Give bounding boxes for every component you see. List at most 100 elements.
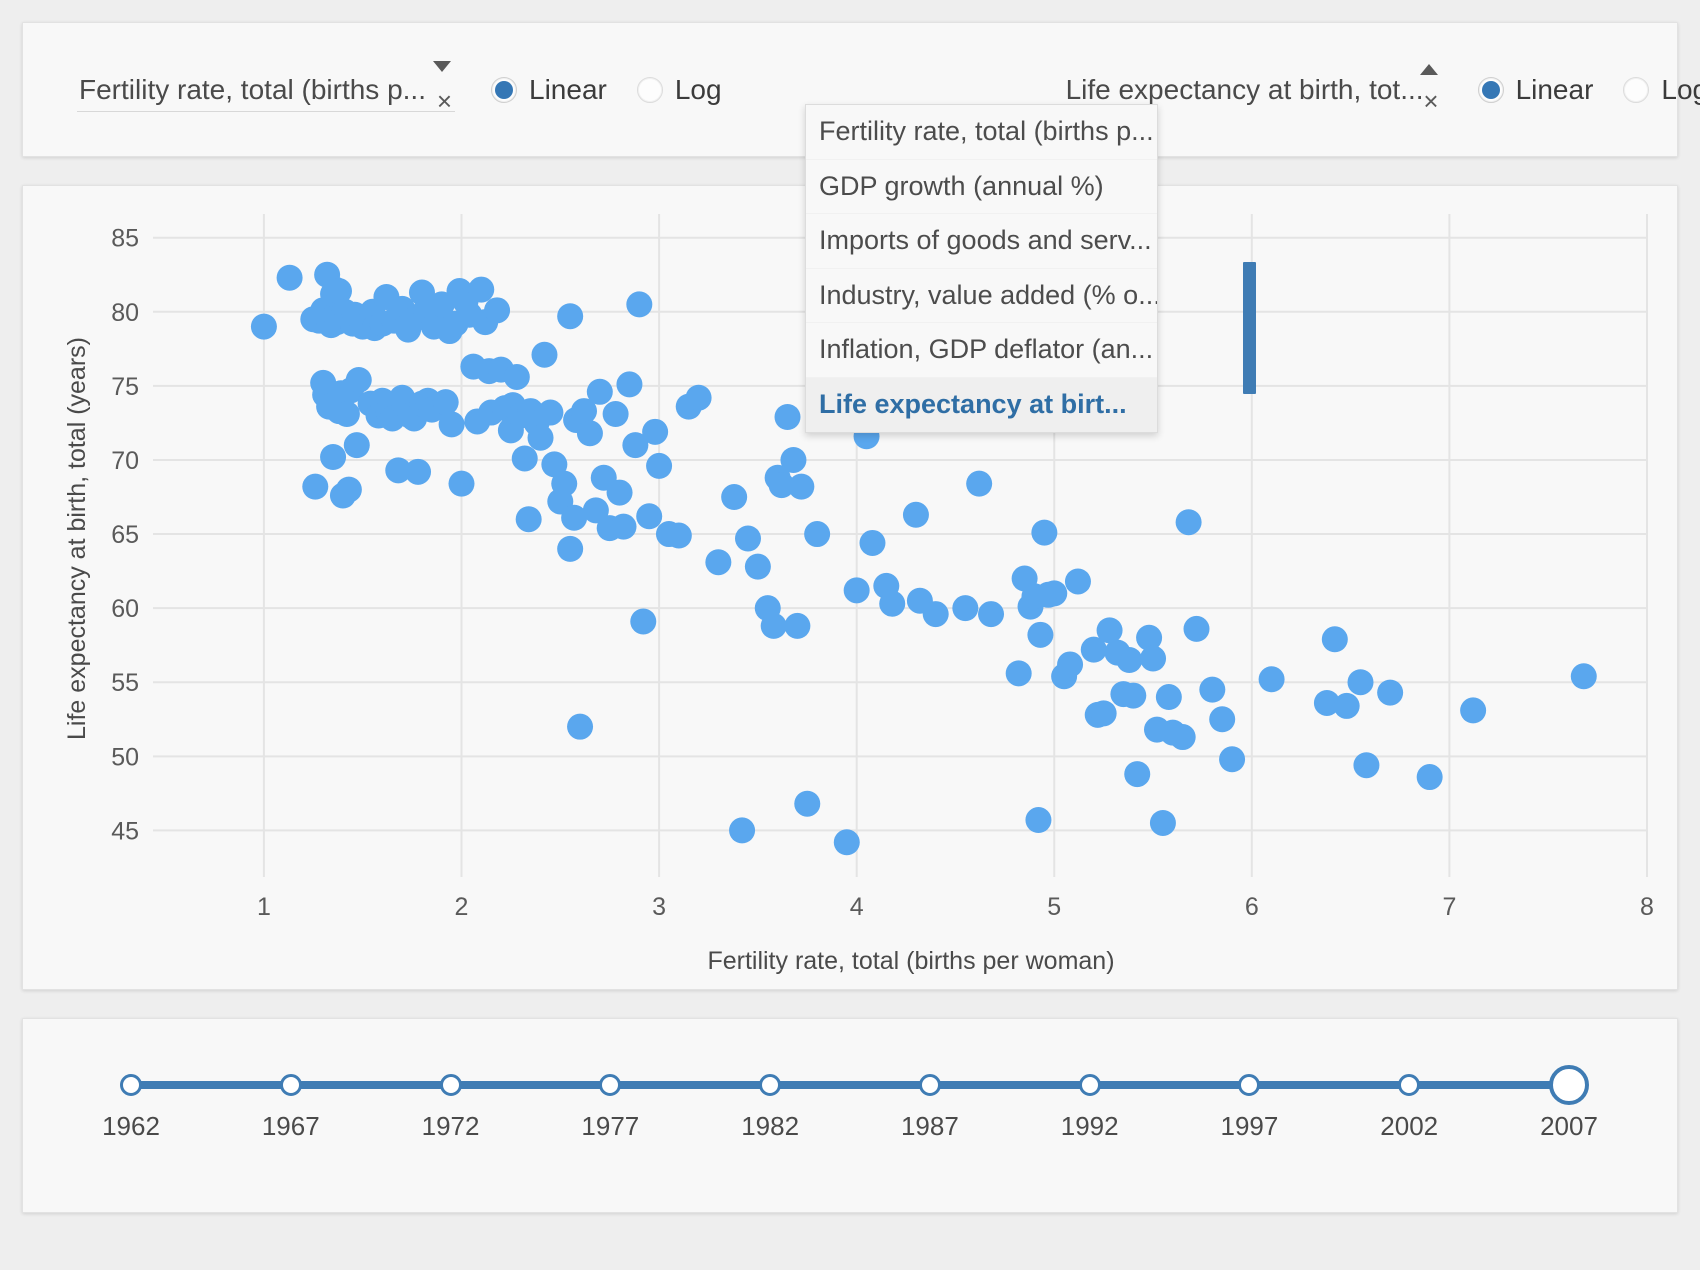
chevron-down-icon[interactable] — [433, 61, 451, 72]
scatter-point[interactable] — [1417, 764, 1443, 790]
scatter-point[interactable] — [346, 367, 372, 393]
scatter-point[interactable] — [516, 506, 542, 532]
scatter-point[interactable] — [528, 425, 554, 451]
scatter-point[interactable] — [844, 577, 870, 603]
scatter-point[interactable] — [439, 411, 465, 437]
scatter-point[interactable] — [788, 474, 814, 500]
scatter-point[interactable] — [1091, 700, 1117, 726]
scatter-point[interactable] — [433, 389, 459, 415]
chevron-up-icon[interactable] — [1420, 64, 1438, 75]
scatter-point[interactable] — [1025, 807, 1051, 833]
dropdown-item[interactable]: Life expectancy at birt... — [806, 378, 1157, 433]
scatter-point[interactable] — [512, 445, 538, 471]
scatter-point[interactable] — [966, 471, 992, 497]
scatter-point[interactable] — [537, 400, 563, 426]
scatter-point[interactable] — [721, 484, 747, 510]
scatter-point[interactable] — [705, 549, 731, 575]
scatter-point[interactable] — [1460, 697, 1486, 723]
scatter-point[interactable] — [642, 419, 668, 445]
scatter-point[interactable] — [686, 385, 712, 411]
slider-tick-handle[interactable] — [280, 1074, 302, 1096]
year-slider[interactable]: 1962196719721977198219871992199720022007 — [131, 1081, 1569, 1089]
scatter-point[interactable] — [531, 342, 557, 368]
scatter-point[interactable] — [468, 277, 494, 303]
scatter-point[interactable] — [587, 379, 613, 405]
scatter-point[interactable] — [405, 459, 431, 485]
y-axis-variable-dropdown[interactable]: Fertility rate, total (births p...GDP gr… — [805, 104, 1158, 433]
slider-tick-handle[interactable] — [120, 1074, 142, 1096]
scatter-point[interactable] — [277, 265, 303, 291]
slider-tick-handle[interactable] — [759, 1074, 781, 1096]
scatter-point[interactable] — [646, 453, 672, 479]
scatter-point[interactable] — [1097, 617, 1123, 643]
scatter-point[interactable] — [251, 314, 277, 340]
scatter-point[interactable] — [551, 471, 577, 497]
scatter-point[interactable] — [1120, 683, 1146, 709]
scatter-point[interactable] — [484, 297, 510, 323]
scatter-point[interactable] — [504, 364, 530, 390]
scatter-point[interactable] — [1124, 761, 1150, 787]
scatter-point[interactable] — [557, 536, 583, 562]
scatter-point[interactable] — [626, 291, 652, 317]
scatter-point[interactable] — [903, 502, 929, 528]
scatter-point[interactable] — [1353, 752, 1379, 778]
scatter-point[interactable] — [567, 714, 593, 740]
scatter-point[interactable] — [1006, 660, 1032, 686]
scatter-point[interactable] — [1571, 663, 1597, 689]
dropdown-item[interactable]: Fertility rate, total (births p... — [806, 105, 1157, 160]
clear-x-axis-icon[interactable]: × — [437, 88, 452, 114]
scatter-point[interactable] — [1041, 580, 1067, 606]
dropdown-scrollbar-thumb[interactable] — [1243, 262, 1256, 394]
scatter-point[interactable] — [636, 503, 662, 529]
scatter-point[interactable] — [1170, 724, 1196, 750]
x-scale-linear-radio[interactable]: Linear — [491, 74, 607, 106]
slider-tick-handle[interactable] — [1398, 1074, 1420, 1096]
scatter-point[interactable] — [1116, 647, 1142, 673]
dropdown-item[interactable]: GDP growth (annual %) — [806, 160, 1157, 215]
scatter-point[interactable] — [1027, 622, 1053, 648]
scatter-point[interactable] — [1065, 568, 1091, 594]
scatter-point[interactable] — [557, 303, 583, 329]
dropdown-item[interactable]: Industry, value added (% o... — [806, 269, 1157, 324]
scatter-point[interactable] — [859, 530, 885, 556]
scatter-point[interactable] — [577, 420, 603, 446]
scatter-point[interactable] — [344, 432, 370, 458]
scatter-point[interactable] — [302, 474, 328, 500]
y-scale-linear-radio[interactable]: Linear — [1478, 74, 1594, 106]
scatter-point[interactable] — [804, 521, 830, 547]
slider-handle-active[interactable] — [1549, 1065, 1589, 1105]
scatter-point[interactable] — [1150, 810, 1176, 836]
scatter-point[interactable] — [745, 554, 771, 580]
x-scale-log-radio[interactable]: Log — [637, 74, 722, 106]
slider-tick-handle[interactable] — [599, 1074, 621, 1096]
scatter-point[interactable] — [952, 595, 978, 621]
dropdown-item[interactable]: Inflation, GDP deflator (an... — [806, 323, 1157, 378]
scatter-point[interactable] — [879, 591, 905, 617]
scatter-point[interactable] — [448, 471, 474, 497]
dropdown-item[interactable]: Imports of goods and serv... — [806, 214, 1157, 269]
scatter-point[interactable] — [320, 444, 346, 470]
scatter-point[interactable] — [761, 613, 787, 639]
scatter-point[interactable] — [611, 514, 637, 540]
clear-y-axis-icon[interactable]: × — [1423, 88, 1438, 114]
scatter-point[interactable] — [978, 601, 1004, 627]
scatter-point[interactable] — [1322, 626, 1348, 652]
x-axis-variable-select[interactable]: Fertility rate, total (births p... × — [75, 62, 465, 118]
slider-track[interactable]: 1962196719721977198219871992199720022007 — [131, 1081, 1569, 1089]
scatter-point[interactable] — [780, 447, 806, 473]
scatter-point[interactable] — [616, 371, 642, 397]
slider-tick-handle[interactable] — [1238, 1074, 1260, 1096]
scatter-point[interactable] — [1259, 666, 1285, 692]
scatter-point[interactable] — [1219, 746, 1245, 772]
scatter-point[interactable] — [666, 523, 692, 549]
scatter-point[interactable] — [603, 401, 629, 427]
scatter-point[interactable] — [1156, 684, 1182, 710]
scatter-point[interactable] — [1348, 669, 1374, 695]
scatter-point[interactable] — [729, 817, 755, 843]
scatter-point[interactable] — [735, 526, 761, 552]
slider-tick-handle[interactable] — [440, 1074, 462, 1096]
scatter-point[interactable] — [1031, 520, 1057, 546]
scatter-point[interactable] — [1057, 651, 1083, 677]
scatter-point[interactable] — [630, 608, 656, 634]
slider-tick-handle[interactable] — [1079, 1074, 1101, 1096]
